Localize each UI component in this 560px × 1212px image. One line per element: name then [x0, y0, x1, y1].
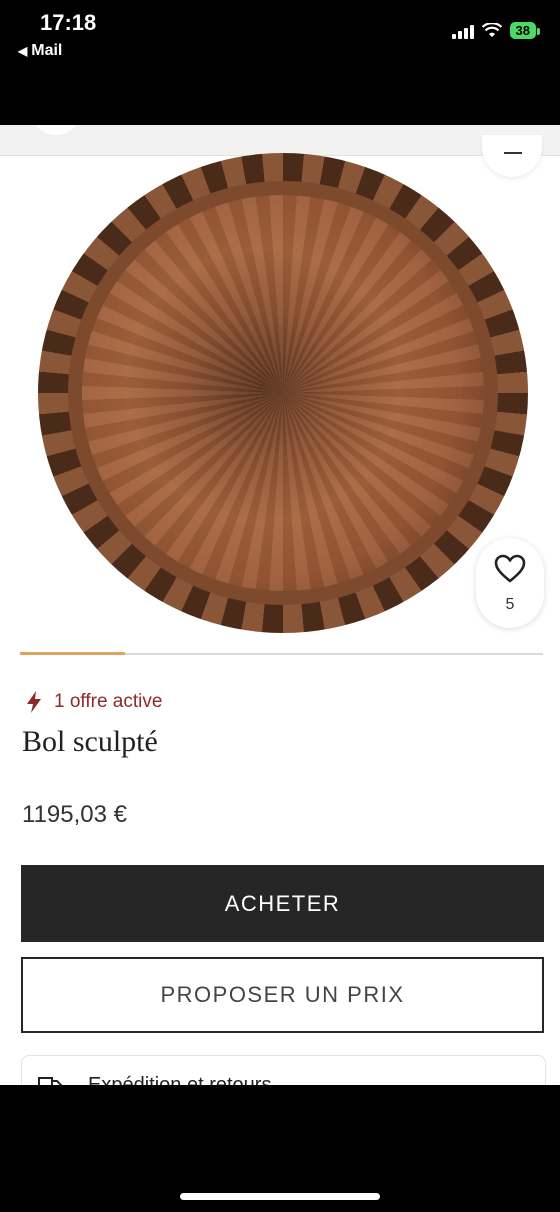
shipping-label: Expédition et retours [88, 1074, 272, 1085]
signal-icon [451, 23, 474, 39]
bolt-icon [27, 691, 41, 713]
product-image[interactable] [38, 153, 528, 633]
heart-icon [494, 554, 526, 583]
home-indicator[interactable] [180, 1193, 380, 1200]
truck-icon [38, 1077, 62, 1085]
active-offer-text: 1 offre active [54, 691, 163, 712]
product-page: 5 1 offre active Bol sculpté 1195,03 € A… [0, 125, 560, 1085]
status-bar: 17:18 ◀ Mail 38 [0, 0, 560, 125]
like-count: 5 [505, 596, 515, 613]
status-time: 17:18 [40, 10, 97, 35]
shipping-card[interactable]: Expédition et retours [21, 1055, 546, 1085]
bowl-texture [82, 195, 484, 591]
battery-icon: 38 [509, 22, 541, 39]
propose-price-button[interactable]: PROPOSER UN PRIX [21, 957, 544, 1033]
back-arrow-icon: ◀ [18, 44, 28, 58]
image-carousel-progress [20, 652, 543, 655]
top-strip [0, 125, 560, 156]
image-carousel-progress-fill [20, 652, 125, 655]
back-mail-label: Mail [31, 42, 63, 59]
wifi-icon [481, 22, 502, 37]
favorite-button[interactable]: 5 [476, 538, 544, 628]
buy-button[interactable]: ACHETER [21, 865, 544, 942]
product-price: 1195,03 € [22, 801, 127, 828]
back-to-mail-link[interactable]: ◀ Mail [18, 42, 62, 60]
system-icons: 38 [451, 22, 541, 39]
active-offer-badge: 1 offre active [26, 691, 162, 713]
product-title: Bol sculpté [22, 725, 158, 758]
